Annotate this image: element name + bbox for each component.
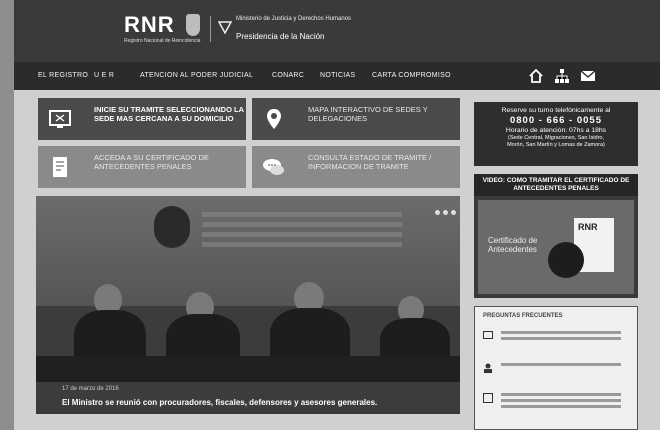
logo-subtitle: Registro Nacional de Reincidencia bbox=[124, 38, 201, 44]
document-icon bbox=[483, 393, 493, 403]
faq-item[interactable] bbox=[483, 391, 633, 411]
header-divider bbox=[210, 16, 211, 42]
tile-inicie-tramite[interactable]: INICIE SU TRAMITE SELECCIONANDO LA SEDE … bbox=[38, 98, 246, 140]
tile-label: CONSULTA ESTADO DE TRAMITE / INFORMACION… bbox=[308, 153, 432, 171]
turno-sedes-2: Morón, San Martín y Lomas de Zamora) bbox=[507, 142, 605, 148]
comment-icon bbox=[483, 331, 493, 339]
nav-item-el-registro[interactable]: EL REGISTRO bbox=[38, 72, 88, 79]
video-caption-line: Antecedentes bbox=[488, 245, 537, 254]
ministry-emblem-icon bbox=[218, 21, 232, 34]
tile-label: MAPA INTERACTIVO DE SEDES Y DELEGACIONES bbox=[308, 105, 428, 123]
site-header: RNR Registro Nacional de Reincidencia Mi… bbox=[14, 0, 660, 62]
nav-item-carta-compromiso[interactable]: CARTA COMPROMISO bbox=[372, 72, 451, 79]
turno-telefonico-box: Reserve su turno telefónicamente al 0800… bbox=[474, 102, 638, 166]
nav-item-uer[interactable]: U E R bbox=[94, 72, 114, 79]
news-slider[interactable]: 17 de marzo de 2016 El Ministro se reuni… bbox=[36, 196, 460, 414]
video-caption: Certificado de Antecedentes bbox=[488, 236, 537, 254]
home-icon[interactable] bbox=[528, 68, 544, 84]
tile-label: ACCEDA A SU CERTIFICADO DE ANTECEDENTES … bbox=[94, 153, 209, 171]
tile-certificado[interactable]: ACCEDA A SU CERTIFICADO DE ANTECEDENTES … bbox=[38, 146, 246, 188]
turno-hours: Horario de atención: 07hs a 18hs bbox=[505, 127, 607, 134]
slide-table bbox=[36, 356, 460, 382]
rnr-logo[interactable]: RNR bbox=[124, 12, 175, 38]
presidency-label: Presidencia de la Nación bbox=[236, 32, 325, 41]
faq-item-text bbox=[501, 393, 621, 409]
video-card-label: RNR bbox=[578, 222, 598, 232]
monitor-icon bbox=[49, 110, 71, 128]
slide-date: 17 de marzo de 2016 bbox=[62, 386, 119, 392]
video-box[interactable]: VIDEO: COMO TRAMITAR EL CERTIFICADO DE A… bbox=[474, 174, 638, 298]
tile-consulta-estado[interactable]: CONSULTA ESTADO DE TRAMITE / INFORMACION… bbox=[252, 146, 460, 188]
slider-dot[interactable] bbox=[435, 210, 440, 215]
rnr-emblem-icon bbox=[186, 14, 200, 36]
video-caption-line: Certificado de bbox=[488, 236, 538, 245]
nav-item-noticias[interactable]: NOTICIAS bbox=[320, 72, 355, 79]
slider-dots bbox=[432, 202, 456, 220]
video-circle bbox=[548, 242, 584, 278]
nav-item-conarc[interactable]: CONARC bbox=[272, 72, 304, 79]
slider-dot[interactable] bbox=[443, 210, 448, 215]
faq-item[interactable] bbox=[483, 361, 633, 381]
location-pin-icon bbox=[267, 109, 281, 129]
slide-emblem bbox=[154, 206, 190, 248]
video-title: VIDEO: COMO TRAMITAR EL CERTIFICADO DE A… bbox=[474, 174, 638, 196]
faq-title: PREGUNTAS FRECUENTES bbox=[483, 313, 563, 319]
user-icon bbox=[484, 363, 492, 373]
tile-mapa-sedes[interactable]: MAPA INTERACTIVO DE SEDES Y DELEGACIONES bbox=[252, 98, 460, 140]
video-thumbnail[interactable]: RNR Certificado de Antecedentes bbox=[478, 200, 634, 294]
mail-icon[interactable] bbox=[580, 68, 596, 84]
nav-item-poder-judicial[interactable]: ATENCION AL PODER JUDICIAL bbox=[140, 72, 253, 79]
slider-dot[interactable] bbox=[451, 210, 456, 215]
certificate-icon bbox=[53, 157, 67, 177]
faq-item-text bbox=[501, 331, 621, 343]
chat-icon bbox=[263, 159, 284, 175]
sitemap-icon[interactable] bbox=[554, 68, 570, 84]
slide-backdrop-text bbox=[202, 212, 402, 248]
faq-item-text bbox=[501, 363, 621, 369]
main-nav: EL REGISTRO U E R ATENCION AL PODER JUDI… bbox=[14, 62, 660, 90]
turno-sedes-1: (Sede Central, Migraciones, San Isidro, bbox=[508, 135, 604, 141]
faq-box: PREGUNTAS FRECUENTES bbox=[474, 306, 638, 430]
slide-caption[interactable]: El Ministro se reunió con procuradores, … bbox=[62, 398, 377, 407]
tile-label: INICIE SU TRAMITE SELECCIONANDO LA SEDE … bbox=[94, 105, 244, 123]
turno-phone[interactable]: 0800 - 666 - 0055 bbox=[474, 115, 638, 126]
ministry-label: Ministerio de Justicia y Derechos Humano… bbox=[236, 16, 352, 22]
turno-label: Reserve su turno telefónicamente al bbox=[501, 107, 611, 114]
faq-item[interactable] bbox=[483, 329, 633, 349]
